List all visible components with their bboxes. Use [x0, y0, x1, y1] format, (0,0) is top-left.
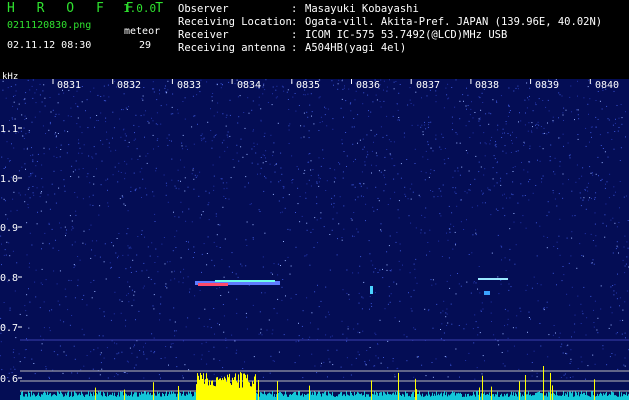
spectrogram-canvas — [0, 79, 629, 400]
x-tick-label: 0833 — [177, 80, 202, 91]
y-tick-label: 0.7 — [0, 323, 19, 334]
info-value: Ogata-vill. Akita-Pref. JAPAN (139.96E, … — [305, 16, 603, 28]
info-value: Masayuki Kobayashi — [305, 3, 419, 15]
info-row-observer: Observer: Masayuki Kobayashi — [178, 3, 602, 16]
y-tick-label: 1.0 — [0, 174, 19, 185]
y-axis-unit: kHz — [2, 72, 19, 82]
signal-streak — [370, 286, 373, 294]
info-value: A504HB(yagi 4el) — [305, 42, 407, 54]
file-name: 0211120830.png — [7, 20, 92, 31]
info-colon: : — [291, 29, 298, 41]
info-row-receiver: Receiver: ICOM IC-575 53.7492(@LCD)MHz US… — [178, 29, 602, 42]
x-tick-label: 0835 — [296, 80, 321, 91]
spectrogram — [0, 79, 629, 400]
meteor-label: meteor — [124, 26, 161, 37]
info-row-location: Receiving Location: Ogata-vill. Akita-Pre… — [178, 16, 602, 29]
info-key: Receiver — [178, 29, 229, 41]
info-row-antenna: Receiving antenna: A504HB(yagi 4el) — [178, 42, 602, 55]
y-tick-label: 0.6 — [0, 374, 19, 385]
y-tick-label: 0.9 — [0, 223, 19, 234]
info-value: ICOM IC-575 53.7492(@LCD)MHz USB — [305, 29, 508, 41]
info-colon: : — [291, 3, 298, 15]
noise-layer — [0, 79, 629, 380]
y-tick-label: 0.8 — [0, 273, 19, 284]
info-key: Observer — [178, 3, 229, 15]
signal-streak — [484, 291, 490, 295]
signal-streak — [215, 280, 275, 282]
app-version: 1.0.0 — [123, 2, 157, 15]
x-tick-label: 0836 — [356, 80, 381, 91]
info-key: Receiving Location — [178, 16, 292, 28]
x-tick-label: 0838 — [475, 80, 500, 91]
y-tick-label: 1.1 — [0, 124, 19, 135]
x-tick-label: 0839 — [535, 80, 560, 91]
signal-streak — [198, 283, 228, 286]
info-key: Receiving antenna — [178, 42, 286, 54]
date-time: 02.11.12 08:30 — [7, 40, 92, 51]
meteor-count: 29 — [139, 40, 152, 51]
signal-streak — [478, 278, 508, 280]
x-tick-label: 0832 — [117, 80, 142, 91]
header-panel: H R O F F T 1.0.0 0211120830.png 02.11.1… — [0, 0, 629, 75]
x-tick-label: 0834 — [237, 80, 262, 91]
info-colon: : — [291, 16, 298, 28]
station-info: Observer: Masayuki Kobayashi Receiving Lo… — [178, 3, 602, 55]
x-tick-label: 0840 — [595, 80, 620, 91]
x-tick-label: 0831 — [57, 80, 82, 91]
info-colon: : — [291, 42, 298, 54]
x-tick-label: 0837 — [416, 80, 441, 91]
